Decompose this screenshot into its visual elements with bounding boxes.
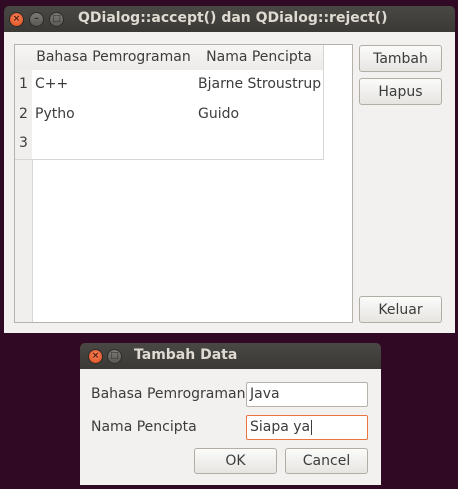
dialog-client: Bahasa Pemrograman Java Nama Pencipta Si… bbox=[80, 369, 381, 485]
pencipta-input[interactable]: Siapa ya bbox=[246, 415, 368, 440]
main-window-titlebar: × – □ QDialog::accept() dan QDialog::rej… bbox=[4, 6, 455, 32]
dialog-title: Tambah Data bbox=[134, 347, 238, 363]
close-icon[interactable]: × bbox=[9, 12, 24, 27]
column-header-pencipta[interactable]: Nama Pencipta bbox=[195, 45, 324, 71]
dialog-titlebar: × □ Tambah Data bbox=[80, 343, 381, 369]
pencipta-input-value: Siapa ya bbox=[250, 419, 311, 435]
bahasa-input[interactable]: Java bbox=[246, 382, 368, 407]
table-cell-bahasa[interactable]: Pytho bbox=[32, 100, 196, 130]
row-header[interactable]: 2 bbox=[15, 100, 33, 130]
table-cell-bahasa[interactable]: C++ bbox=[32, 70, 196, 101]
hapus-button[interactable]: Hapus bbox=[359, 78, 442, 105]
data-table[interactable]: Bahasa Pemrograman Nama Pencipta 1 C++ B… bbox=[14, 44, 353, 323]
column-header-bahasa[interactable]: Bahasa Pemrograman bbox=[32, 45, 196, 71]
table-cell-pencipta[interactable]: Guido bbox=[195, 100, 324, 130]
corner-header[interactable] bbox=[15, 45, 33, 71]
row-header[interactable]: 3 bbox=[15, 129, 33, 160]
keluar-button[interactable]: Keluar bbox=[359, 296, 442, 323]
table-cell-bahasa[interactable] bbox=[32, 129, 196, 160]
row-header[interactable]: 1 bbox=[15, 70, 33, 101]
maximize-icon[interactable]: □ bbox=[107, 349, 122, 364]
main-window-client: Bahasa Pemrograman Nama Pencipta 1 C++ B… bbox=[4, 32, 455, 333]
window-title: QDialog::accept() dan QDialog::reject() bbox=[78, 10, 388, 26]
table-cell-pencipta[interactable]: Bjarne Stroustrup bbox=[195, 70, 324, 101]
cancel-button[interactable]: Cancel bbox=[285, 448, 368, 474]
bahasa-label: Bahasa Pemrograman bbox=[91, 386, 246, 402]
minimize-icon[interactable]: – bbox=[29, 12, 44, 27]
tambah-data-dialog: × □ Tambah Data Bahasa Pemrograman Java … bbox=[80, 343, 381, 485]
table-cell-pencipta[interactable] bbox=[195, 129, 324, 160]
close-icon[interactable]: × bbox=[88, 349, 103, 364]
text-caret bbox=[311, 419, 313, 435]
tambah-button[interactable]: Tambah bbox=[359, 45, 442, 72]
pencipta-label: Nama Pencipta bbox=[91, 419, 197, 435]
maximize-icon[interactable]: □ bbox=[49, 12, 64, 27]
ok-button[interactable]: OK bbox=[194, 448, 277, 474]
main-window: × – □ QDialog::accept() dan QDialog::rej… bbox=[4, 6, 455, 333]
